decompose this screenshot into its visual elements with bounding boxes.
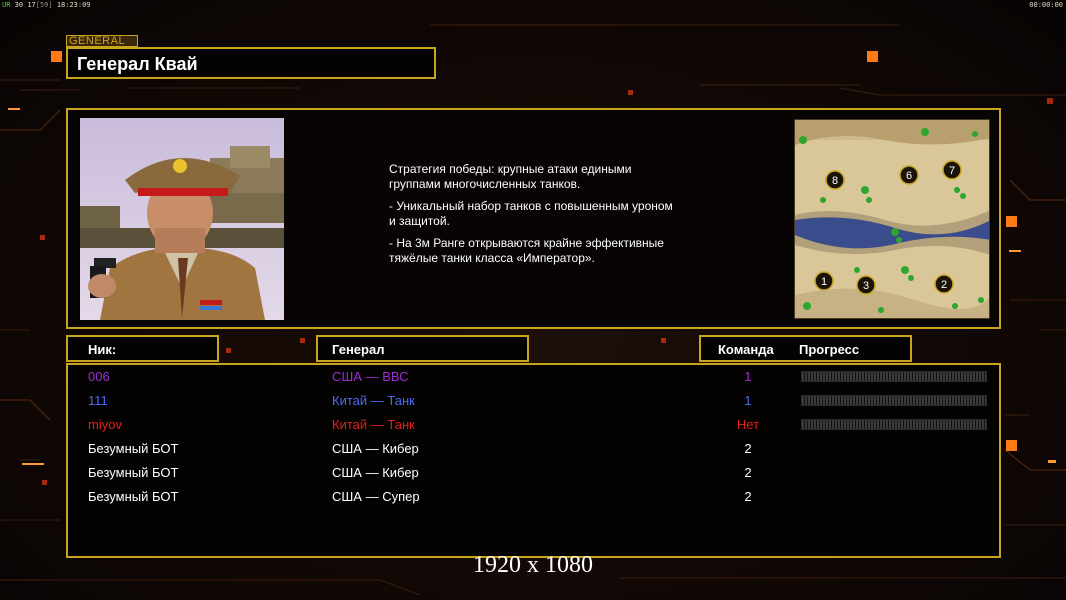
minimap-marker-label: 1	[821, 276, 827, 288]
general-portrait	[80, 118, 284, 320]
player-row[interactable]: Безумный БОТ США — Кибер 2	[68, 463, 999, 487]
minimap-canvas: 8 6 7 1 3 2	[795, 120, 989, 318]
player-progress-bar	[801, 395, 987, 406]
description-rank: - На 3м Ранге открываются крайне эффекти…	[389, 236, 664, 265]
minimap-marker-label: 6	[906, 170, 912, 182]
minimap-start-marker[interactable]: 7	[942, 160, 962, 180]
minimap-start-marker[interactable]: 2	[934, 274, 954, 294]
player-team[interactable]: 2	[718, 489, 778, 504]
minimap-marker-label: 7	[949, 165, 955, 177]
player-team[interactable]: Нет	[718, 417, 778, 432]
column-team-label: Команда	[718, 342, 774, 357]
player-general[interactable]: Китай — Танк	[332, 393, 415, 408]
minimap-start-marker[interactable]: 1	[814, 271, 834, 291]
player-team[interactable]: 2	[718, 465, 778, 480]
player-nick: Безумный БОТ	[88, 441, 179, 456]
general-description: Стратегия победы: крупные атаки едиными …	[389, 162, 749, 273]
hud-extra: [59]	[35, 1, 53, 9]
minimap-marker-label: 3	[863, 280, 869, 292]
player-team[interactable]: 1	[718, 393, 778, 408]
hud-counter: 17	[27, 1, 36, 9]
description-strategy: Стратегия победы: крупные атаки едиными …	[389, 162, 632, 191]
player-team[interactable]: 1	[718, 369, 778, 384]
general-tag: GENERAL	[66, 35, 138, 47]
player-nick: Безумный БОТ	[88, 465, 179, 480]
minimap[interactable]: 8 6 7 1 3 2	[794, 119, 990, 319]
player-progress-bar	[801, 371, 987, 382]
player-nick: Безумный БОТ	[88, 489, 179, 504]
minimap-start-marker[interactable]: 6	[899, 165, 919, 185]
column-header-nick: Ник:	[66, 335, 219, 362]
minimap-start-marker[interactable]: 8	[825, 170, 845, 190]
hud-label: UR	[2, 1, 11, 9]
player-team[interactable]: 2	[718, 441, 778, 456]
player-nick: miyov	[88, 417, 122, 432]
player-general[interactable]: США — Кибер	[332, 465, 419, 480]
description-tanks: - Уникальный набор танков с повышенным у…	[389, 199, 673, 228]
hud-timer: 00:00:00	[1029, 1, 1063, 9]
minimap-marker-label: 8	[832, 175, 838, 187]
player-general[interactable]: США — Супер	[332, 489, 420, 504]
general-title: Генерал Квай	[77, 54, 198, 74]
hud-value: 30	[14, 1, 24, 9]
column-general-label: Генерал	[332, 342, 385, 357]
column-header-general: Генерал	[316, 335, 529, 362]
player-general[interactable]: США — Кибер	[332, 441, 419, 456]
player-row[interactable]: Безумный БОТ США — Кибер 2	[68, 439, 999, 463]
player-list: 006 США — ВВС 1 111 Китай — Танк 1 miyov Китай …	[66, 363, 1001, 558]
hud-clock: 18:23:09	[56, 1, 91, 9]
player-row[interactable]: 111 Китай — Танк 1	[68, 391, 999, 415]
player-row[interactable]: Безумный БОТ США — Супер 2	[68, 487, 999, 511]
player-general[interactable]: США — ВВС	[332, 369, 409, 384]
resolution-watermark: 1920 x 1080	[473, 552, 593, 578]
player-general[interactable]: Китай — Танк	[332, 417, 415, 432]
player-row[interactable]: 006 США — ВВС 1	[68, 367, 999, 391]
player-nick: 111	[88, 393, 108, 408]
hud-status-left: UR 30 17[59] 18:23:09	[2, 1, 91, 9]
column-nick-label: Ник:	[88, 342, 117, 357]
column-progress-label: Прогресс	[799, 342, 860, 357]
column-header-team-progress: Команда Прогресс	[699, 335, 912, 362]
minimap-start-marker[interactable]: 3	[856, 275, 876, 295]
player-row[interactable]: miyov Китай — Танк Нет	[68, 415, 999, 439]
general-title-box: Генерал Квай	[66, 47, 436, 79]
minimap-marker-label: 2	[941, 279, 947, 291]
player-nick: 006	[88, 369, 110, 384]
player-progress-bar	[801, 419, 987, 430]
